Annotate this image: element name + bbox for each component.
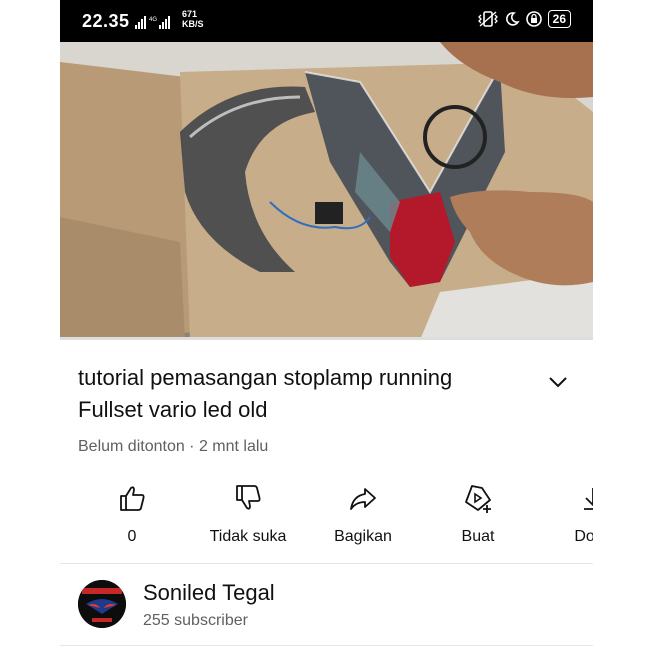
create-label: Buat bbox=[461, 528, 495, 545]
video-frame-image bbox=[60, 42, 593, 340]
download-label: Dowr bbox=[574, 528, 593, 545]
network-speed-unit: KB/S bbox=[182, 19, 204, 29]
status-time: 22.35 bbox=[82, 11, 130, 31]
video-progress-bar[interactable] bbox=[60, 337, 593, 340]
like-button[interactable]: 0 bbox=[77, 480, 187, 546]
status-bar: 22.35 4G 671 KB/S 26 bbox=[60, 0, 593, 42]
do-not-disturb-moon-icon bbox=[505, 12, 520, 26]
chevron-down-icon[interactable] bbox=[544, 368, 572, 396]
battery-indicator: 26 bbox=[547, 10, 571, 28]
network-label: 4G bbox=[149, 17, 157, 23]
lock-circle-icon bbox=[525, 11, 542, 27]
channel-logo-image bbox=[78, 580, 126, 628]
divider bbox=[60, 563, 593, 564]
divider bbox=[60, 645, 593, 646]
channel-avatar[interactable] bbox=[78, 580, 126, 628]
download-icon bbox=[584, 488, 593, 510]
status-icons: 26 bbox=[477, 10, 571, 28]
thumbs-up-icon bbox=[120, 486, 145, 511]
video-player[interactable] bbox=[60, 42, 593, 340]
signal-icon: 4G bbox=[135, 16, 177, 33]
video-meta: Belum ditonton · 2 mnt lalu bbox=[78, 438, 269, 455]
create-icon bbox=[465, 485, 491, 513]
channel-name[interactable]: Soniled Tegal bbox=[143, 580, 275, 606]
dislike-button[interactable]: Tidak suka bbox=[193, 480, 303, 546]
share-button[interactable]: Bagikan bbox=[308, 480, 418, 546]
download-button[interactable]: Dowr bbox=[538, 480, 593, 546]
create-button[interactable]: Buat bbox=[423, 480, 533, 546]
network-speed: 671 KB/S bbox=[182, 9, 204, 29]
network-speed-value: 671 bbox=[182, 9, 198, 19]
subscriber-count: 255 subscriber bbox=[143, 612, 248, 629]
share-icon bbox=[350, 488, 376, 510]
dislike-label: Tidak suka bbox=[209, 528, 287, 545]
phone-screen: 22.35 4G 671 KB/S 26 tutorial pemasangan… bbox=[60, 0, 593, 653]
share-label: Bagikan bbox=[334, 528, 392, 545]
like-count: 0 bbox=[127, 528, 137, 545]
video-title[interactable]: tutorial pemasangan stoplamp running Ful… bbox=[78, 362, 518, 426]
action-bar: 0 Tidak suka Bagikan Buat Do bbox=[60, 480, 593, 550]
thumbs-down-icon bbox=[236, 485, 261, 510]
vibrate-icon bbox=[477, 11, 498, 27]
